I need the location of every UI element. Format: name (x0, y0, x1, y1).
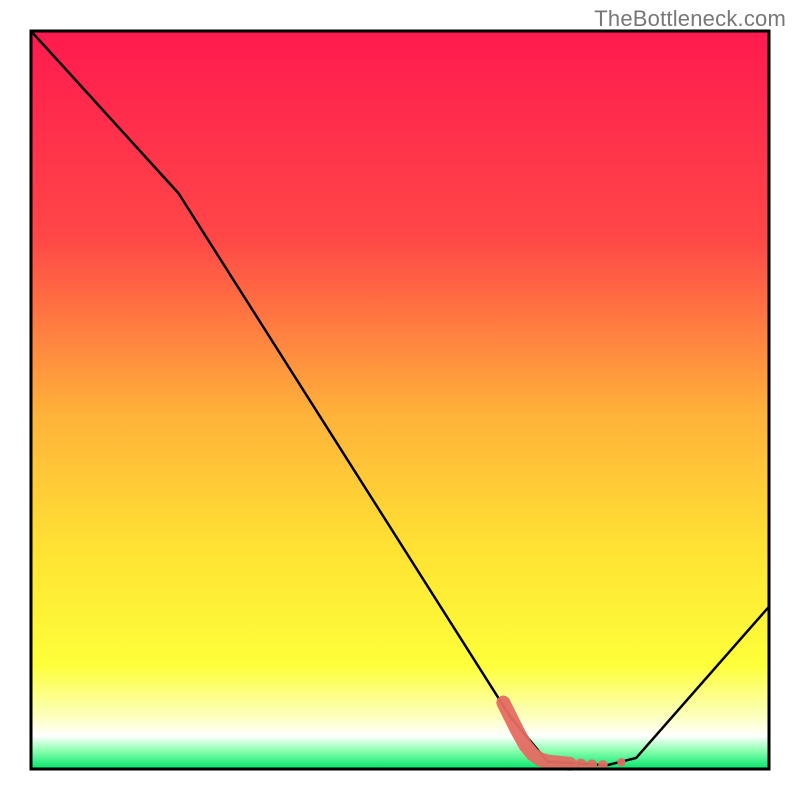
attribution-text: TheBottleneck.com (594, 6, 786, 32)
bottleneck-chart (0, 0, 800, 800)
chart-container: TheBottleneck.com (0, 0, 800, 800)
sweet-spot-dot (617, 758, 625, 766)
gradient-background (31, 31, 769, 769)
